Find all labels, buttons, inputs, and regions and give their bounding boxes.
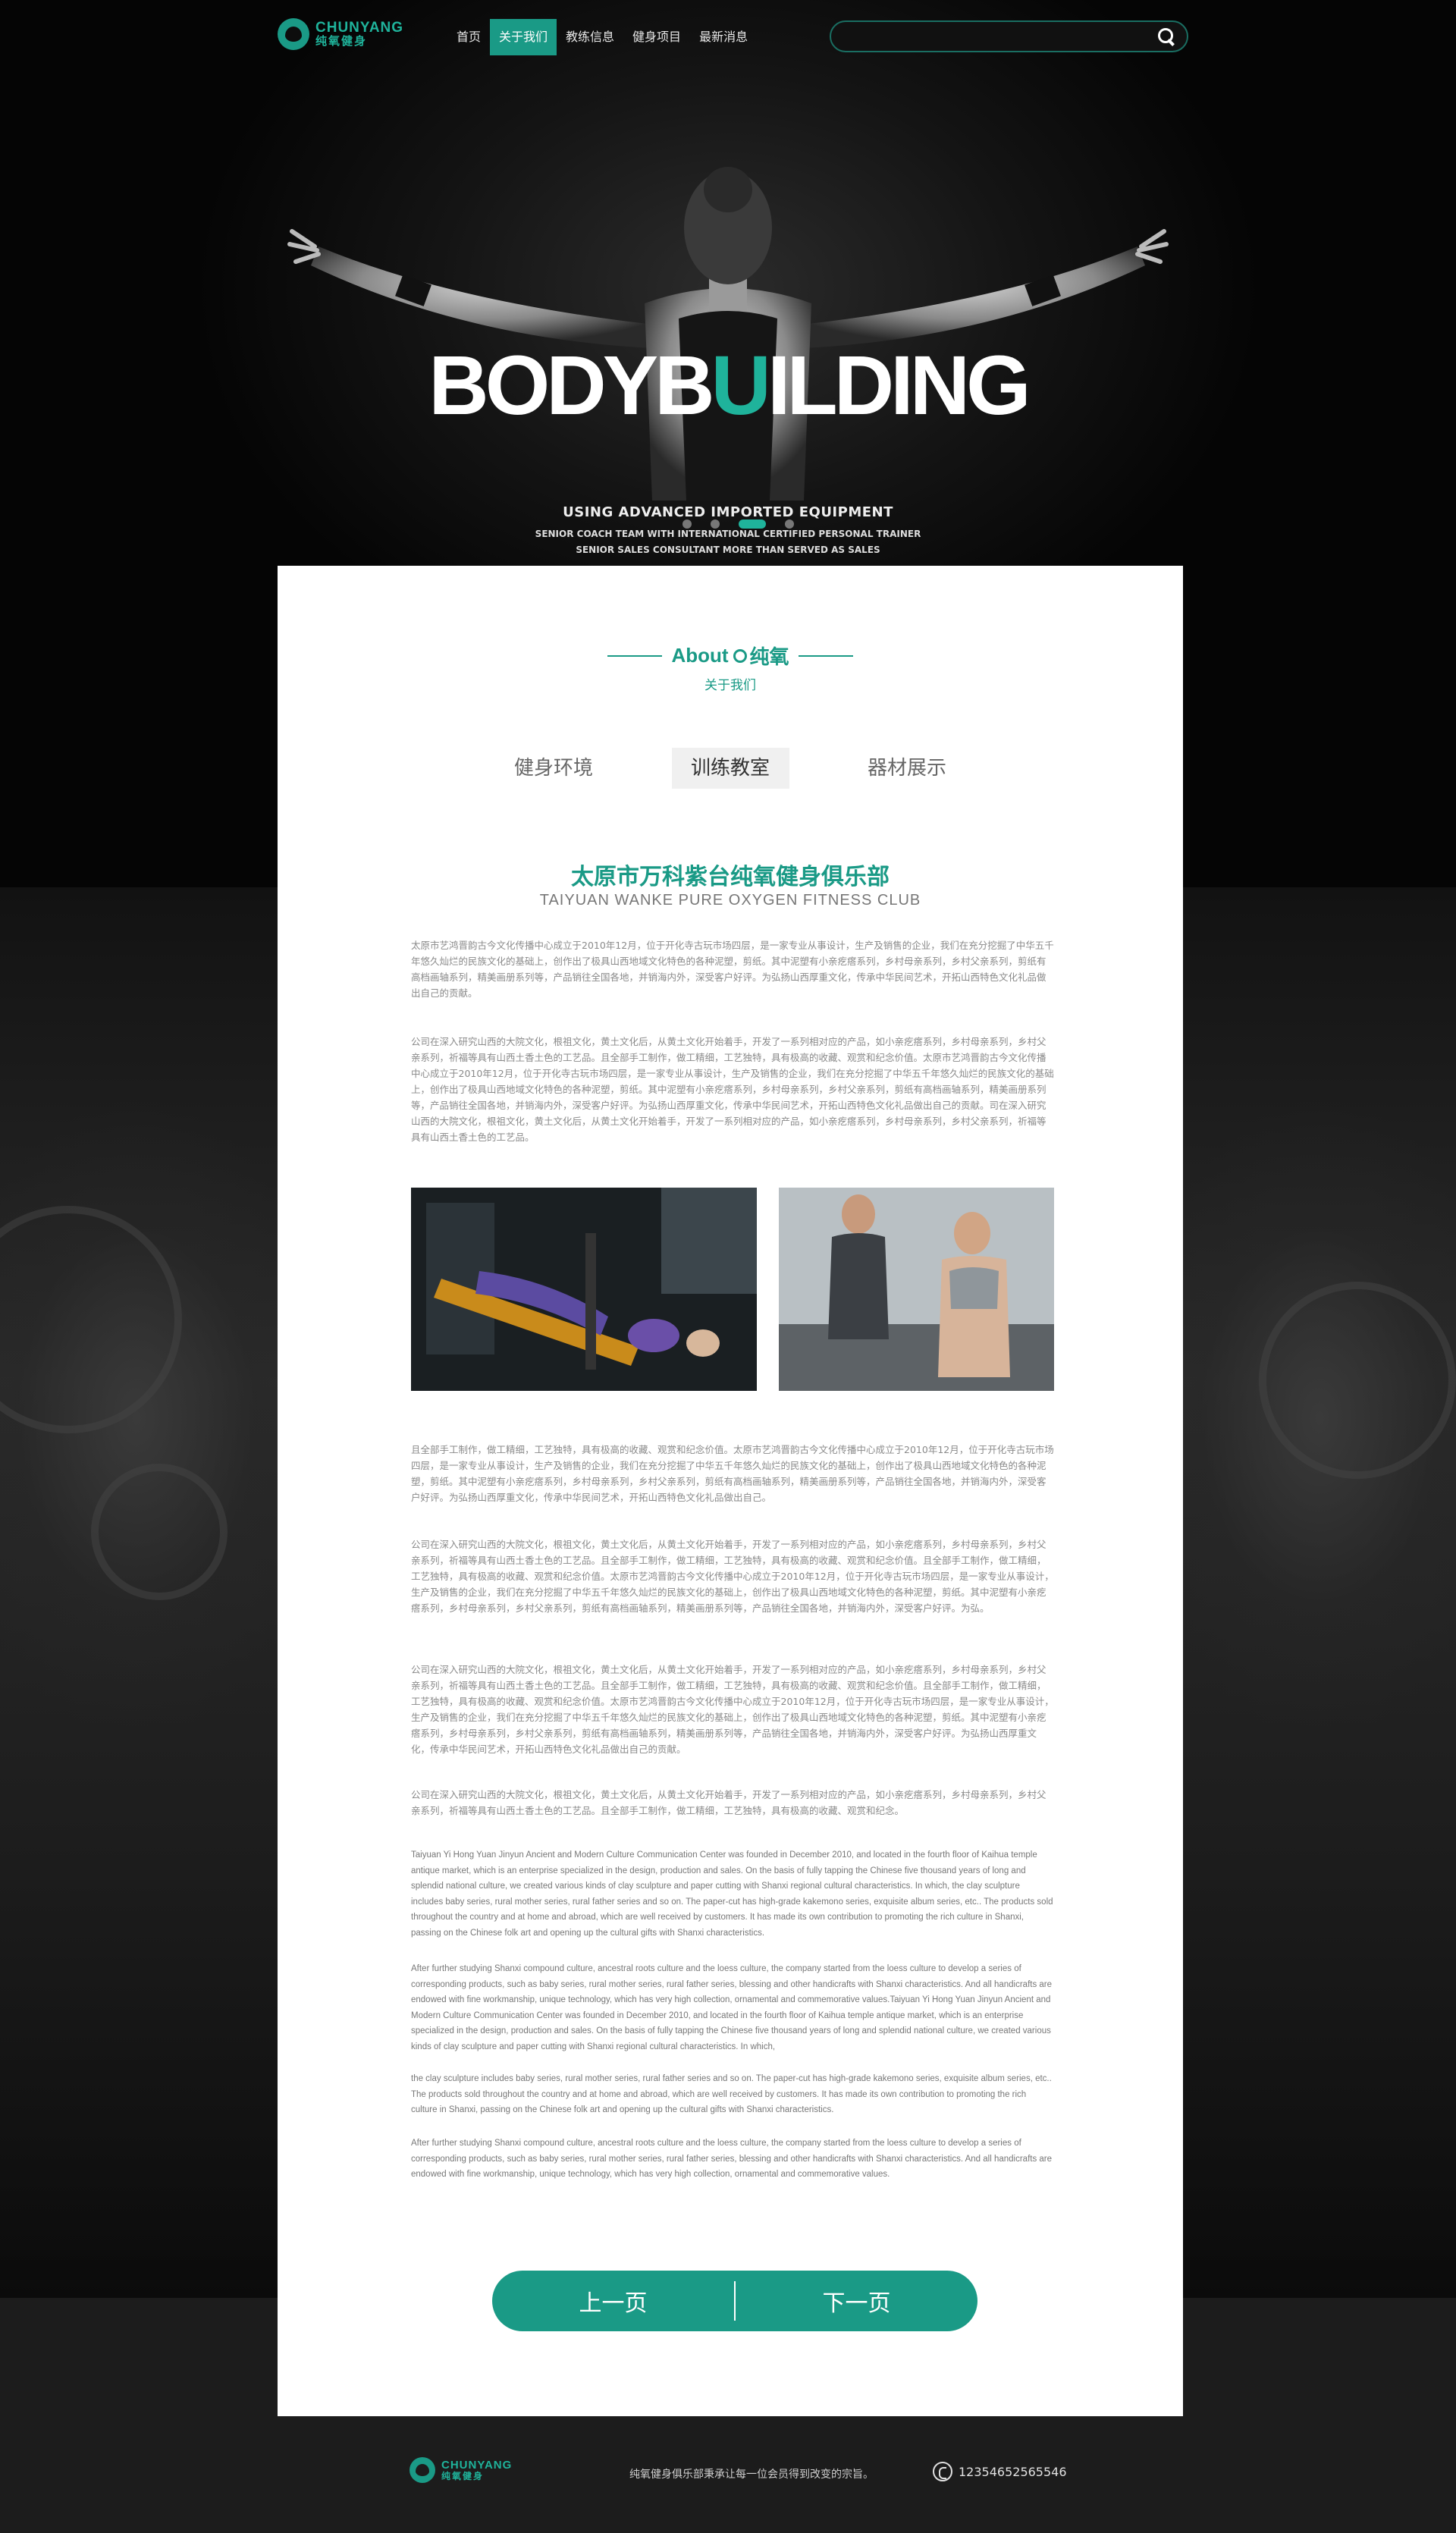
carousel-dot-4[interactable] (785, 519, 794, 529)
athlete-figure-image (287, 167, 1169, 501)
divider-line-left (607, 654, 663, 657)
hero-banner: BODYBUILDING USING ADVANCED IMPORTED EQU… (0, 76, 1456, 561)
paragraph-cn: 公司在深入研究山西的大院文化，根祖文化，黄土文化后，从黄土文化开始着手，开发了一… (411, 1036, 1054, 1143)
tab-classroom[interactable]: 训练教室 (671, 748, 789, 789)
search-bar (830, 20, 1188, 52)
footer-logo-cn: 纯氧健身 (441, 2470, 485, 2481)
carousel-dots (682, 519, 813, 529)
nav-item-programs[interactable]: 健身项目 (623, 19, 690, 55)
carousel-dot-3[interactable] (739, 519, 766, 529)
about-title-en: About (671, 644, 729, 667)
heart-logo-icon (410, 2457, 435, 2483)
carousel-dot-2[interactable] (711, 519, 720, 529)
paragraph-cn: 公司在深入研究山西的大院文化，根祖文化，黄土文化后，从黄土文化开始着手，开发了一… (411, 1539, 1054, 1614)
logo[interactable]: CHUNYANG 纯氧健身 (278, 18, 403, 50)
nav-item-coaches[interactable]: 教练信息 (557, 19, 623, 55)
footer-phone[interactable]: 12354652565546 (933, 2462, 1067, 2481)
pagination: 上一页 下一页 (492, 2271, 977, 2331)
phone-number: 12354652565546 (959, 2464, 1067, 2479)
nav-item-about[interactable]: 关于我们 (490, 19, 557, 55)
site-footer: CHUNYANG 纯氧健身 纯氧健身俱乐部秉承让每一位会员得到改变的宗旨。 12… (0, 2427, 1456, 2533)
tab-equipment[interactable]: 器材展示 (849, 748, 966, 789)
hero-line-2: SENIOR SALES CONSULTANT MORE THAN SERVED… (576, 545, 880, 555)
paragraph-cn: 且全部手工制作，做工精细，工艺独特，具有极高的收藏、观赏和纪念价值。太原市艺鸿晋… (411, 1444, 1054, 1503)
about-heading: About 纯氧 关于我们 (278, 642, 1183, 693)
club-title: 太原市万科紫台纯氧健身俱乐部 (571, 864, 890, 890)
divider-line-right (798, 654, 853, 657)
hero-line-1: SENIOR COACH TEAM WITH INTERNATIONAL CER… (535, 529, 921, 539)
logo-cn: 纯氧健身 (315, 35, 368, 49)
treadmill-couple-photo (779, 1188, 1054, 1391)
about-subtitle: 关于我们 (704, 678, 756, 693)
paragraph-en: Taiyuan Yi Hong Yuan Jinyun Ancient and … (411, 1850, 1053, 1938)
nav-item-home[interactable]: 首页 (447, 19, 490, 55)
footer-logo[interactable]: CHUNYANG 纯氧健身 (410, 2457, 512, 2483)
search-input[interactable] (845, 27, 1148, 46)
hero-subtitle: USING ADVANCED IMPORTED EQUIPMENT (563, 504, 893, 520)
paragraph-en: the clay sculpture includes baby series,… (411, 2074, 1052, 2114)
hero-title: BODYBUILDING (428, 339, 1031, 432)
paragraph-en: After further studying Shanxi compound c… (411, 2139, 1053, 2179)
paragraph-cn: 太原市艺鸿晋韵古今文化传播中心成立于2010年12月，位于开化寺古玩市场四层，是… (411, 940, 1054, 999)
carousel-dot-1[interactable] (682, 519, 692, 529)
heart-logo-icon (278, 18, 309, 50)
tab-bar: 健身环境 训练教室 器材展示 (278, 748, 1183, 789)
gym-bench-photo (411, 1188, 757, 1391)
prev-page-button[interactable]: 上一页 (492, 2284, 734, 2318)
content-card: About 纯氧 关于我们 健身环境 训练教室 器材展示 太原市万科紫台纯氧健身… (278, 566, 1183, 2416)
logo-en: CHUNYANG (315, 20, 404, 36)
main-nav: 首页 关于我们 教练信息 健身项目 最新消息 (447, 19, 757, 55)
ring-icon (733, 648, 747, 663)
next-page-button[interactable]: 下一页 (736, 2284, 977, 2318)
tab-environment[interactable]: 健身环境 (495, 748, 613, 789)
phone-icon (933, 2462, 952, 2481)
paragraph-cn: 公司在深入研究山西的大院文化，根祖文化，黄土文化后，从黄土文化开始着手，开发了一… (411, 1664, 1054, 1755)
footer-slogan: 纯氧健身俱乐部秉承让每一位会员得到改变的宗旨。 (629, 2469, 874, 2481)
search-icon[interactable] (1156, 27, 1176, 46)
about-title-cn: 纯氧 (749, 645, 789, 668)
nav-item-news[interactable]: 最新消息 (690, 19, 757, 55)
paragraph-en: After further studying Shanxi compound c… (411, 1964, 1053, 2051)
site-header: CHUNYANG 纯氧健身 首页 关于我们 教练信息 健身项目 最新消息 (0, 0, 1456, 76)
footer-logo-en: CHUNYANG (441, 2458, 513, 2472)
paragraph-cn: 公司在深入研究山西的大院文化，根祖文化，黄土文化后，从黄土文化开始着手，开发了一… (411, 1789, 1046, 1816)
club-title-en: TAIYUAN WANKE PURE OXYGEN FITNESS CLUB (539, 892, 921, 909)
